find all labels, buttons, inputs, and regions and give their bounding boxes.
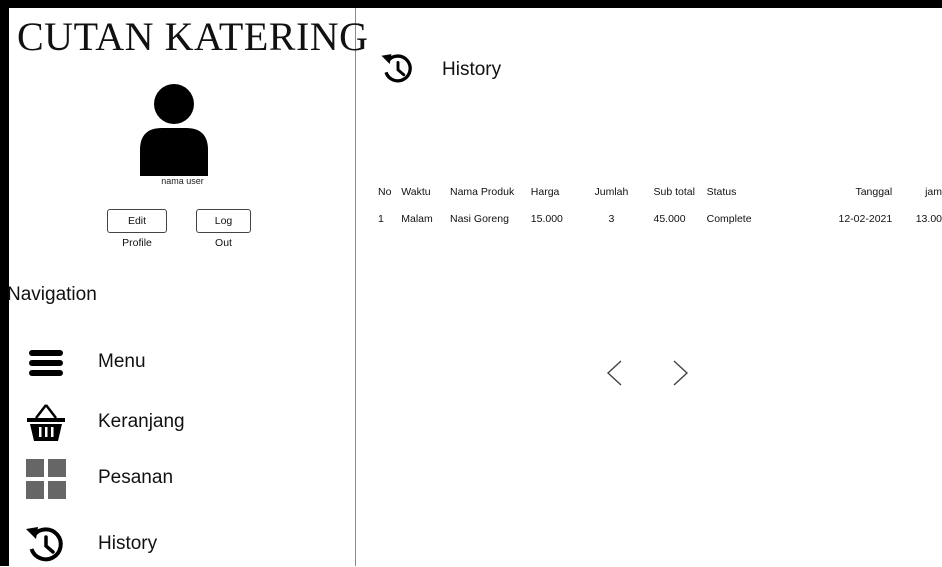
user-avatar-icon	[140, 84, 208, 176]
username-label: nama user	[161, 176, 204, 186]
window-border-left	[0, 0, 9, 566]
edit-profile-button[interactable]: Edit Profile	[107, 209, 167, 249]
column-header-no: No	[378, 186, 392, 198]
basket-icon	[27, 404, 65, 441]
navigation-heading: Navigation	[7, 284, 97, 305]
nav-item-label: Pesanan	[98, 467, 174, 488]
history-icon	[381, 54, 412, 83]
cell-jam: 13.00	[915, 213, 942, 225]
brand-title: CUTAN KATERING	[17, 14, 369, 59]
window-border-top	[0, 0, 942, 8]
menu-icon	[29, 350, 63, 376]
page-title: History	[442, 59, 502, 80]
table-row: 1 Malam Nasi Goreng 15.000 3 45.000 Comp…	[357, 199, 942, 239]
nav-item-history[interactable]: History	[23, 523, 343, 567]
nav-item-keranjang[interactable]: Keranjang	[23, 401, 343, 445]
grid-icon	[26, 459, 66, 499]
column-header-status: Status	[706, 186, 737, 198]
nav-item-label: Menu	[98, 351, 146, 372]
cell-waktu: Malam	[401, 213, 433, 225]
cell-sub-total: 45.000	[653, 213, 686, 225]
column-header-nama-produk: Nama Produk	[450, 186, 515, 198]
nav-item-pesanan[interactable]: Pesanan	[23, 457, 343, 501]
cell-jumlah: 3	[608, 213, 615, 225]
nav-item-label: Keranjang	[98, 411, 185, 432]
cell-harga: 15.000	[530, 213, 563, 225]
cell-tanggal: 12-02-2021	[838, 213, 893, 225]
nav-item-menu[interactable]: Menu	[23, 341, 343, 385]
column-header-tanggal: Tanggal	[855, 186, 893, 198]
column-header-jumlah: Jumlah	[594, 186, 629, 198]
main-content: History No Waktu Nama Produk Harga Jumla…	[357, 8, 942, 566]
table-header-row: No Waktu Nama Produk Harga Jumlah Sub to…	[357, 185, 942, 199]
column-header-waktu: Waktu	[401, 186, 431, 198]
cell-status: Complete	[706, 213, 752, 225]
chevron-right-icon[interactable]	[668, 358, 692, 388]
nav-item-label: History	[98, 533, 158, 554]
history-table: No Waktu Nama Produk Harga Jumlah Sub to…	[357, 185, 942, 239]
logout-button[interactable]: Log Out	[196, 209, 251, 249]
cell-no: 1	[378, 213, 384, 225]
chevron-left-icon[interactable]	[603, 358, 627, 388]
column-header-sub-total: Sub total	[653, 186, 695, 198]
history-icon	[26, 527, 63, 562]
column-header-jam: jam	[925, 186, 942, 198]
column-header-harga: Harga	[530, 186, 560, 198]
cell-nama-produk: Nasi Goreng	[450, 213, 509, 225]
sidebar: CUTAN KATERING nama user Edit Profile Lo…	[7, 8, 368, 567]
